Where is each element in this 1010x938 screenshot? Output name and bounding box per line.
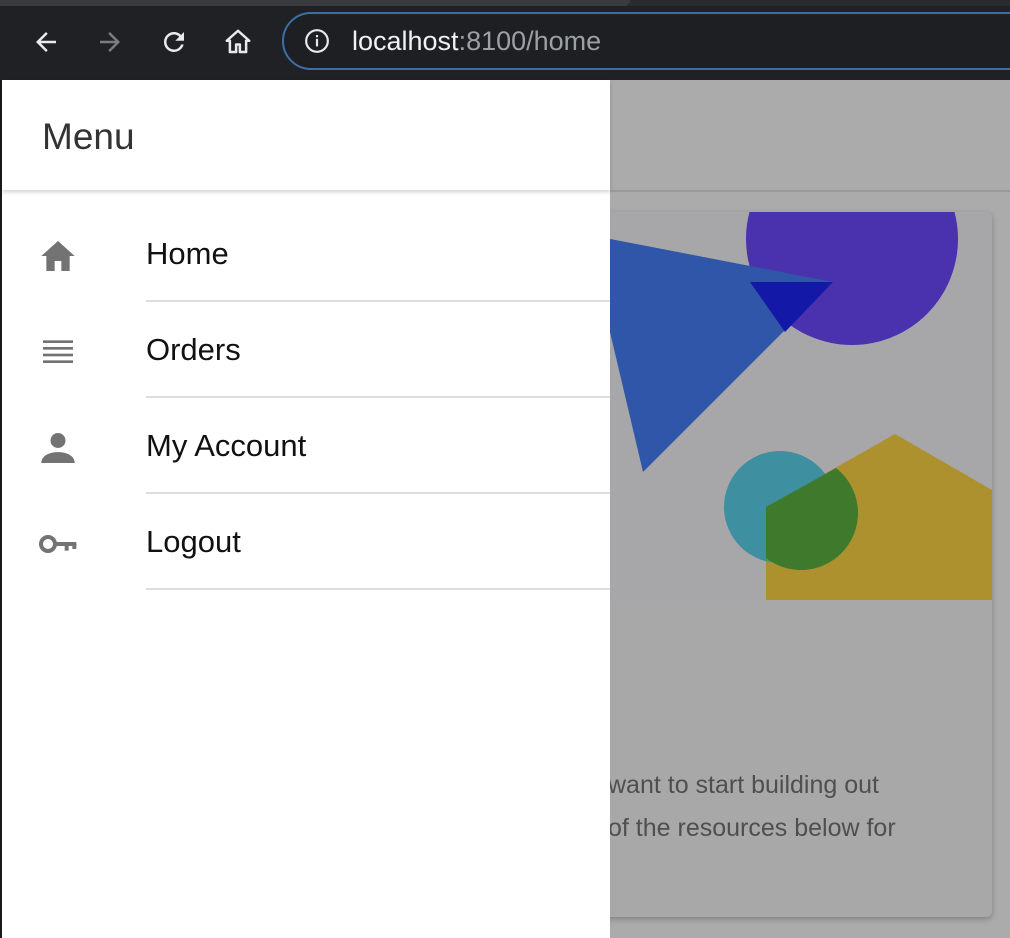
side-menu: Menu Home Orders My Account Logout <box>0 80 610 938</box>
menu-divider <box>146 588 610 590</box>
menu-item-label: My Account <box>146 428 307 463</box>
reload-button[interactable] <box>154 22 194 62</box>
list-icon <box>43 340 73 363</box>
active-tab[interactable] <box>0 0 630 6</box>
menu-item-label: Orders <box>146 332 241 367</box>
menu-item-label: Home <box>146 236 229 271</box>
menu-item-logout[interactable]: Logout <box>2 494 610 590</box>
forward-arrow-icon <box>100 32 120 52</box>
card-body-text: want to start building out of the resour… <box>608 764 988 850</box>
menu-list: Home Orders My Account Logout <box>2 206 610 590</box>
url-path: :8100/home <box>458 26 602 56</box>
menu-header: Menu <box>2 80 610 190</box>
back-arrow-icon <box>36 32 56 52</box>
menu-title: Menu <box>42 116 135 157</box>
home-icon <box>41 241 75 271</box>
url-host: localhost <box>352 26 459 56</box>
info-icon[interactable] <box>304 28 330 54</box>
url-text[interactable]: localhost:8100/home <box>352 26 601 57</box>
menu-item-my-account[interactable]: My Account <box>2 398 610 494</box>
home-button[interactable] <box>218 22 258 62</box>
card-text-line-1: want to start building out <box>608 771 879 799</box>
content-card: want to start building out of the resour… <box>600 212 992 917</box>
person-icon <box>41 433 75 463</box>
forward-button[interactable] <box>90 22 130 62</box>
address-bar[interactable]: localhost:8100/home <box>282 12 1010 70</box>
back-button[interactable] <box>26 22 66 62</box>
hero-illustration <box>600 212 992 600</box>
home-icon <box>225 29 251 54</box>
browser-toolbar: localhost:8100/home <box>0 0 1010 80</box>
menu-item-orders[interactable]: Orders <box>2 302 610 398</box>
menu-item-label: Logout <box>146 524 241 559</box>
tab-strip <box>0 0 1010 6</box>
menu-item-home[interactable]: Home <box>2 206 610 302</box>
reload-icon <box>163 31 184 52</box>
key-icon <box>39 535 77 553</box>
card-text-line-2: of the resources below for <box>608 814 896 842</box>
